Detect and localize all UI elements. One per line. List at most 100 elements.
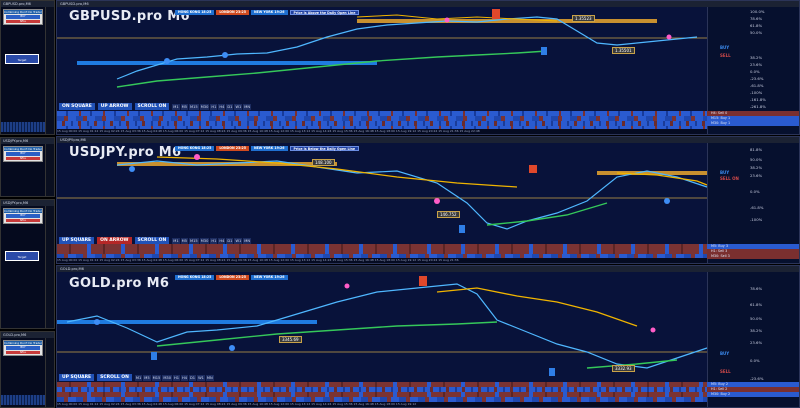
mini-window-gold[interactable]: GOLD.pro,M6 Combining Don't Do Trader BU…	[0, 331, 55, 408]
control-buttons: UP SQUARE ON ARROW SCROLL ON M1 M5 M15 M…	[59, 237, 252, 244]
fib-label: 38.2%	[750, 328, 763, 333]
price-plot[interactable]	[57, 143, 709, 233]
fib-label: -23.6%	[750, 76, 764, 81]
control-buttons: UP SQUARE SCROLL ON M1 M5 M15 M30 H1 H4 …	[59, 374, 214, 381]
fib-label: 50.0%	[750, 157, 763, 162]
sell-row[interactable]: SELL	[6, 350, 40, 354]
fib-label: -161.8%	[750, 97, 766, 102]
sell-row[interactable]: SELL	[6, 218, 40, 222]
tf-m5[interactable]: M5	[143, 374, 151, 381]
fib-label: -100%	[750, 90, 763, 95]
tf-m15[interactable]: M15	[151, 374, 162, 381]
arrow-toggle-button[interactable]: ON ARROW	[97, 237, 132, 244]
mini-window-usdjpy-1[interactable]: USDJPY.pro,M6 Combining Don't Do Trader …	[0, 137, 55, 197]
sell-arrow-marker	[419, 276, 427, 286]
fib-label: 0.0%	[750, 189, 760, 194]
buy-signal-label: BUY	[720, 351, 730, 356]
tf-d1[interactable]: D1	[226, 103, 234, 110]
tf-h4[interactable]: H4	[218, 103, 226, 110]
chart-window-usdjpy[interactable]: USDJPY.pro,M6 USDJPY.pro M6 HONG KONG 18…	[56, 136, 800, 264]
strength-heatmap	[57, 244, 709, 259]
sell-arrow-marker	[529, 165, 537, 173]
timeframe-status: H4: Sell 0 M15: Buy 1 M30: Buy 1	[707, 111, 799, 126]
tf-h1[interactable]: H1	[210, 103, 218, 110]
tf-m15[interactable]: M15	[189, 237, 199, 244]
fib-label: 23.6%	[750, 173, 763, 178]
buy-row[interactable]: BUY	[6, 15, 40, 19]
tf-h1[interactable]: H1	[210, 237, 218, 244]
fib-label: 0.0%	[750, 69, 760, 74]
tf-m30[interactable]: M30	[162, 374, 173, 381]
tf-h4[interactable]: H4	[218, 237, 226, 244]
tf-mn[interactable]: MN	[243, 237, 252, 244]
tf-m15[interactable]: M15	[189, 103, 199, 110]
buy-dot	[229, 345, 235, 351]
moving-average-line	[116, 50, 548, 88]
fib-label: 38.2%	[750, 55, 763, 60]
mini-price-scale	[45, 144, 54, 196]
tf-m1[interactable]: M1	[172, 237, 180, 244]
sell-row[interactable]: SELL	[6, 19, 40, 23]
moving-average-line	[156, 321, 498, 347]
square-toggle-button[interactable]: UP SQUARE	[59, 237, 95, 244]
timeframe-selector: M1 M5 M15 M30 H1 H4 D1 W1 MN	[172, 237, 252, 244]
timeframe-selector: M1 M5 M15 M30 H1 H4 D1 W1 MN	[134, 374, 214, 381]
time-axis: 15 Aug 00:00 15 Aug 01:12 15 Aug 02:24 1…	[57, 129, 709, 134]
price-plot[interactable]	[57, 272, 709, 380]
time-axis: 15 Aug 00:00 15 Aug 01:12 15 Aug 02:24 1…	[57, 258, 709, 263]
arrow-toggle-button[interactable]: UP ARROW	[97, 103, 132, 110]
tf-m30[interactable]: M30	[199, 237, 210, 244]
timeframe-status: M5: Buy 3 H1: Sell 3 M30: Sell 3	[707, 244, 799, 259]
fib-label: 61.8%	[750, 23, 763, 28]
strength-heatmap	[57, 382, 709, 402]
sell-row[interactable]: SELL	[6, 156, 40, 160]
tf-d1[interactable]: D1	[226, 237, 234, 244]
buy-row[interactable]: BUY	[6, 214, 40, 218]
fib-label: 38.2%	[750, 165, 763, 170]
mini-trade-panel: Combining Don't Do Trader BUY SELL	[3, 340, 43, 356]
scroll-toggle-button[interactable]: SCROLL ON	[134, 237, 170, 244]
tf-m30[interactable]: M30	[199, 103, 210, 110]
mini-window-usdjpy-2[interactable]: USDJPY.pro,M6 Combining Don't Do Trader …	[0, 199, 55, 329]
buy-row[interactable]: BUY	[6, 152, 40, 156]
tf-m1[interactable]: M1	[134, 374, 143, 381]
chart-window-gbpusd[interactable]: GBPUSD.pro,M6 GBPUSD.pro M6 HONG KONG 18…	[56, 0, 800, 135]
fib-label: -261.8%	[750, 104, 766, 109]
buy-dot	[164, 58, 170, 64]
buy-row[interactable]: BUY	[6, 346, 40, 350]
lower-price-tag: 3332.93	[612, 365, 635, 372]
tf-d1[interactable]: D1	[189, 374, 197, 381]
mini-price-scale	[45, 338, 54, 407]
price-tag: 3345.69	[279, 336, 302, 343]
tf-w1[interactable]: W1	[197, 374, 205, 381]
mini-heatmap	[1, 395, 47, 405]
tf-mn[interactable]: MN	[243, 103, 252, 110]
tf-h4[interactable]: H4	[181, 374, 189, 381]
mini-window-gbpusd[interactable]: GBPUSD.pro,M6 Combining Don't Do Trader …	[0, 0, 55, 135]
chart-window-gold[interactable]: GOLD.pro,M6 GOLD.pro M6 HONG KONG 18:25 …	[56, 265, 800, 408]
square-toggle-button[interactable]: ON SQUARE	[59, 103, 95, 110]
fib-label: 81.8%	[750, 147, 763, 152]
sell-dot	[444, 17, 450, 23]
tf-m1[interactable]: M1	[172, 103, 180, 110]
buy-dot	[129, 166, 135, 172]
buy-signal-label: BUY	[720, 170, 730, 175]
buy-signal-label: BUY	[720, 45, 730, 50]
price-plot[interactable]	[57, 7, 709, 103]
tf-w1[interactable]: W1	[234, 103, 243, 110]
tf-m5[interactable]: M5	[180, 237, 189, 244]
tf-w1[interactable]: W1	[234, 237, 243, 244]
time-axis: 15 Aug 00:00 15 Aug 01:12 15 Aug 02:24 1…	[57, 402, 709, 407]
square-toggle-button[interactable]: UP SQUARE	[59, 374, 95, 381]
tf-h1[interactable]: H1	[173, 374, 181, 381]
scroll-toggle-button[interactable]: SCROLL ON	[97, 374, 132, 381]
mini-trade-panel: Combining Don't Do Trader BUY SELL	[3, 146, 43, 162]
tf-mn[interactable]: MN	[205, 374, 214, 381]
price-tag: 148.100	[312, 159, 335, 166]
scroll-toggle-button[interactable]: SCROLL ON	[134, 103, 170, 110]
tf-m5[interactable]: M5	[180, 103, 189, 110]
sell-signal-label: SELL	[720, 53, 731, 58]
mini-price-scale	[45, 7, 54, 134]
sell-dot	[434, 198, 440, 204]
panel-header: Combining Don't Do Trader	[4, 10, 42, 14]
